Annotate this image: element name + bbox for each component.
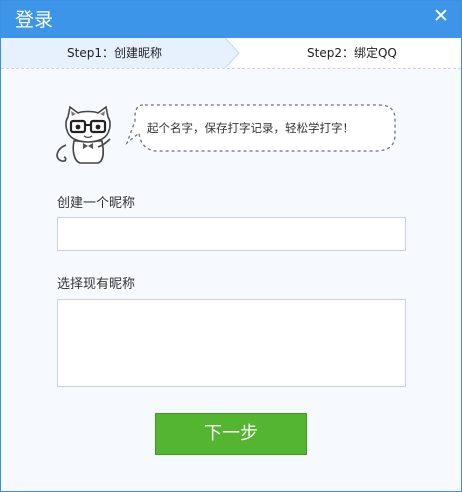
- next-button[interactable]: 下一步: [155, 413, 307, 455]
- step-arrow-icon: [225, 38, 240, 68]
- login-window: 登录 ✕ Step1：创建昵称 Step2：绑定QQ 起个名字，保存打字记录，轻…: [0, 0, 462, 492]
- window-title: 登录: [15, 9, 54, 31]
- close-icon[interactable]: ✕: [429, 4, 453, 28]
- step1-tab: Step1：创建昵称: [1, 38, 225, 68]
- nickname-input[interactable]: [57, 217, 406, 251]
- step1-label: Step1：创建昵称: [67, 46, 162, 60]
- select-nickname-label: 选择现有昵称: [57, 277, 136, 292]
- mascot-speech-text: 起个名字，保存打字记录，轻松学打字！: [147, 121, 354, 135]
- cat-with-glasses-icon: [56, 105, 111, 164]
- title-bar: 登录 ✕: [1, 1, 461, 38]
- step2-label: Step2：绑定QQ: [307, 46, 397, 60]
- create-nickname-label: 创建一个昵称: [57, 196, 136, 211]
- step-indicator: Step1：创建昵称 Step2：绑定QQ: [1, 38, 461, 69]
- existing-nickname-list[interactable]: [57, 299, 406, 387]
